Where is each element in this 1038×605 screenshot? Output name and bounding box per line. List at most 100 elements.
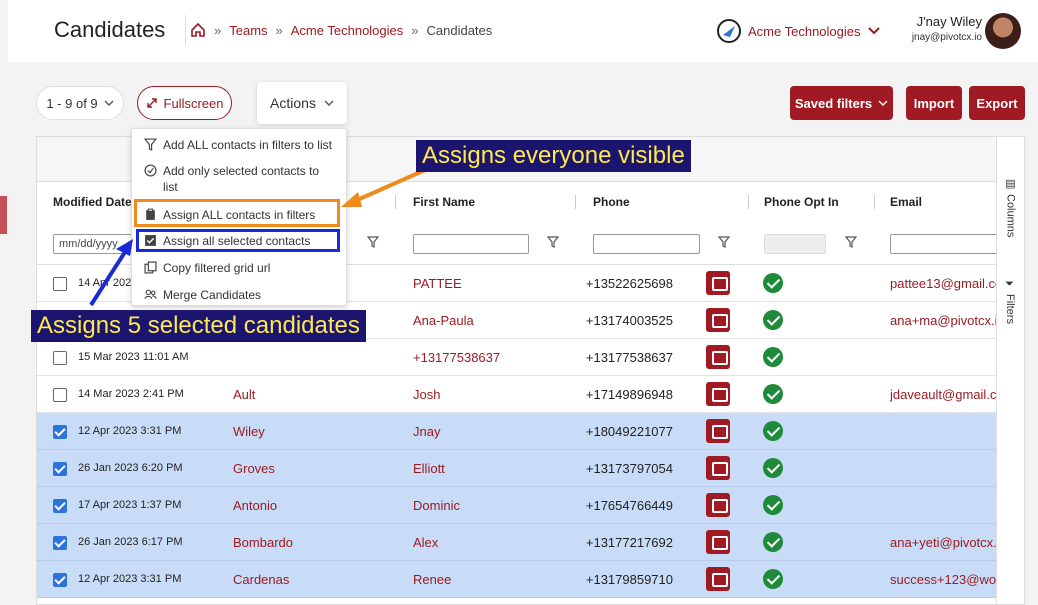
org-switcher[interactable]: Acme Technologies — [716, 18, 881, 44]
menu-item-label: Copy filtered grid url — [163, 261, 271, 275]
annotation-assigns-selected: Assigns 5 selected candidates — [31, 310, 366, 342]
menu-item-label: Add only selected contacts to list — [163, 164, 320, 194]
cell-last-name[interactable]: Wiley — [233, 424, 265, 439]
user-info: J'nay Wiley jnay@pivotcx.io — [888, 14, 982, 43]
cell-last-name[interactable]: Bombardo — [233, 535, 293, 550]
cell-phone: +13177538637 — [585, 350, 673, 365]
home-icon[interactable] — [190, 22, 206, 38]
sms-icon[interactable] — [706, 382, 730, 406]
export-button[interactable]: Export — [969, 86, 1025, 120]
menu-item-copy-grid-url[interactable]: Copy filtered grid url — [144, 260, 270, 276]
sms-icon[interactable] — [706, 419, 730, 443]
columns-panel-toggle[interactable]: ▤ Columns — [1004, 177, 1017, 237]
pager-label: 1 - 9 of 9 — [46, 95, 98, 111]
import-button[interactable]: Import — [906, 86, 962, 120]
sms-icon[interactable] — [706, 308, 730, 332]
cell-first-name[interactable]: Dominic — [413, 498, 460, 513]
cell-email[interactable]: jdaveault@gmail.co — [890, 387, 1004, 402]
breadcrumb-org[interactable]: Acme Technologies — [291, 23, 404, 38]
first-name-filter-input[interactable] — [413, 234, 529, 254]
cell-first-name[interactable]: Josh — [413, 387, 440, 402]
opt-in-check-icon — [763, 458, 783, 478]
table-row[interactable]: 26 Jan 2023 6:20 PM Groves Elliott +1317379… — [37, 450, 998, 487]
filter-icon[interactable] — [718, 236, 730, 248]
col-first-name[interactable]: First Name — [413, 195, 475, 209]
table-row[interactable]: 12 Apr 2023 3:31 PM Wiley Jnay +18049221077 — [37, 413, 998, 450]
table-row[interactable]: 12 Apr 2023 3:31 PM Cardenas Renee +1317985… — [37, 561, 998, 598]
menu-item-label: Merge Candidates — [163, 288, 262, 302]
pager-select[interactable]: 1 - 9 of 9 — [36, 86, 124, 120]
row-checkbox[interactable] — [53, 351, 67, 365]
cell-last-name[interactable]: Cardenas — [233, 572, 289, 587]
cell-last-name[interactable]: Ault — [233, 387, 255, 402]
cell-first-name[interactable]: Renee — [413, 572, 451, 587]
filter-icon[interactable] — [845, 236, 857, 248]
cell-email[interactable]: ana+yeti@pivotcx. — [890, 535, 997, 550]
cell-phone: +13177217692 — [585, 535, 673, 550]
row-checkbox[interactable] — [53, 388, 67, 402]
cell-first-name[interactable]: Jnay — [413, 424, 440, 439]
cell-first-name[interactable]: PATTEE — [413, 276, 462, 291]
col-email[interactable]: Email — [890, 195, 922, 209]
phone-filter-input[interactable] — [593, 234, 700, 254]
cell-email[interactable]: ana+ma@pivotcx.i — [890, 313, 998, 328]
table-row[interactable]: 26 Jan 2023 6:17 PM Bombardo Alex +13177217… — [37, 524, 998, 561]
opt-in-check-icon — [763, 495, 783, 515]
orange-highlight-box — [134, 199, 340, 227]
col-phone-opt-in[interactable]: Phone Opt In — [764, 195, 839, 209]
grid-side-panel: ▤ Columns ⏷ Filters — [996, 137, 1024, 604]
cell-last-name[interactable]: Antonio — [233, 498, 277, 513]
table-row[interactable]: 17 Apr 2023 1:37 PM Antonio Dominic +176547… — [37, 487, 998, 524]
row-checkbox[interactable] — [53, 462, 67, 476]
table-row[interactable]: 15 Mar 2023 11:01 AM +13177538637 +1317753… — [37, 339, 998, 376]
filter-icon[interactable] — [367, 236, 379, 248]
cell-phone: +13174003525 — [585, 313, 673, 328]
email-filter-input[interactable] — [890, 234, 1000, 254]
row-checkbox[interactable] — [53, 277, 67, 291]
breadcrumb-teams[interactable]: Teams — [229, 23, 267, 38]
row-checkbox[interactable] — [53, 536, 67, 550]
table-row[interactable]: 14 Mar 2023 2:41 PM Ault Josh +17149896948 j… — [37, 376, 1004, 413]
sms-icon[interactable] — [706, 345, 730, 369]
filters-panel-toggle[interactable]: ⏷ Filters — [1004, 279, 1016, 324]
col-phone[interactable]: Phone — [593, 195, 630, 209]
avatar[interactable] — [985, 13, 1021, 49]
sms-icon[interactable] — [706, 271, 730, 295]
top-header: Candidates » Teams » Acme Technologies »… — [8, 0, 1038, 62]
row-checkbox[interactable] — [53, 499, 67, 513]
page-title: Candidates — [54, 17, 166, 42]
cell-phone: +13179859710 — [585, 572, 673, 587]
breadcrumb-current: Candidates — [426, 22, 493, 38]
col-modified-date[interactable]: Modified Date — [53, 195, 132, 209]
cell-first-name[interactable]: Ana-Paula — [413, 313, 474, 328]
chevron-down-icon — [104, 100, 114, 106]
actions-button[interactable]: Actions — [257, 82, 347, 124]
cell-first-name[interactable]: Alex — [413, 535, 438, 550]
saved-filters-button[interactable]: Saved filters — [790, 86, 893, 120]
cell-email[interactable]: pattee13@gmail.co — [890, 276, 1002, 291]
cell-first-name[interactable]: Elliott — [413, 461, 445, 476]
cell-last-name[interactable]: Groves — [233, 461, 275, 476]
fullscreen-button[interactable]: Fullscreen — [137, 86, 232, 120]
filter-icon[interactable] — [547, 236, 559, 248]
cell-first-name[interactable]: +13177538637 — [413, 350, 500, 365]
menu-item-merge-candidates[interactable]: Merge Candidates — [144, 287, 261, 303]
row-checkbox[interactable] — [53, 573, 67, 587]
annotation-assigns-everyone: Assigns everyone visible — [416, 140, 691, 172]
org-name: Acme Technologies — [748, 23, 861, 39]
opt-in-check-icon — [763, 532, 783, 552]
chevron-down-icon — [867, 27, 880, 35]
breadcrumb-separator: » — [275, 22, 283, 38]
sms-icon[interactable] — [706, 567, 730, 591]
menu-item-add-all-to-list[interactable]: Add ALL contacts in filters to list — [144, 137, 332, 153]
menu-item-add-selected-to-list[interactable]: Add only selected contacts to list — [144, 163, 334, 195]
sms-icon[interactable] — [706, 493, 730, 517]
sms-icon[interactable] — [706, 456, 730, 480]
org-logo-icon — [717, 19, 741, 43]
cell-email[interactable]: success+123@wo — [890, 572, 996, 587]
cell-modified-date: 26 Jan 2023 6:17 PM — [78, 536, 183, 548]
row-checkbox[interactable] — [53, 425, 67, 439]
opt-in-check-icon — [763, 384, 783, 404]
sms-icon[interactable] — [706, 530, 730, 554]
date-filter-input[interactable]: mm/dd/yyyy — [53, 234, 133, 254]
